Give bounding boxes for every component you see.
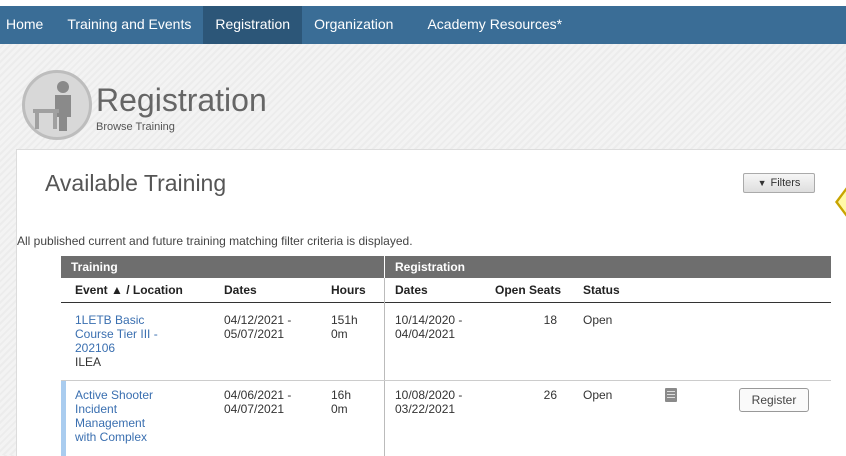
hours-h: 151h <box>331 313 358 327</box>
available-training-panel: Available Training ▼ Filters All publish… <box>16 149 846 456</box>
event-link-line[interactable]: Course Tier III - <box>75 327 158 341</box>
document-icon[interactable] <box>665 388 677 402</box>
hours-m: 0m <box>331 402 348 416</box>
status-cell: Open <box>583 388 613 402</box>
nav-training-and-events[interactable]: Training and Events <box>55 6 203 44</box>
event-location: ILEA <box>75 355 102 369</box>
reg-dates-cell: 10/14/2020 - 04/04/2021 <box>395 313 462 341</box>
filters-button[interactable]: ▼ Filters <box>743 173 815 193</box>
group-divider <box>384 278 385 456</box>
row-divider <box>61 380 831 381</box>
col-dates: Dates <box>224 283 257 297</box>
filters-label: Filters <box>770 177 801 189</box>
table-row: Active Shooter Incident Management with … <box>75 388 153 444</box>
event-link-line[interactable]: with Complex <box>75 430 153 444</box>
hours-m: 0m <box>331 327 348 341</box>
nav-academy-resources[interactable]: Academy Resources* <box>405 6 574 44</box>
open-seats-cell: 26 <box>543 388 557 402</box>
nav-registration[interactable]: Registration <box>203 6 303 44</box>
header-divider <box>61 302 831 303</box>
reg-dates-cell: 10/08/2020 - 03/22/2021 <box>395 388 462 416</box>
nav-organization[interactable]: Organization <box>302 6 405 44</box>
row-highlight-bar <box>61 381 66 456</box>
col-open-seats: Open Seats <box>495 283 562 297</box>
reg-end: 04/04/2021 <box>395 327 456 341</box>
event-link[interactable]: Active Shooter <box>75 388 153 402</box>
table-row: 1LETB Basic Course Tier III - 202106 ILE… <box>75 313 158 369</box>
reg-end: 03/22/2021 <box>395 402 456 416</box>
group-header-training: Training <box>61 256 384 278</box>
group-header-registration: Registration <box>385 256 831 278</box>
page-title: Registration <box>96 82 267 118</box>
main-nav: Home Training and Events Registration Or… <box>0 6 846 44</box>
hours-cell: 16h 0m <box>331 388 351 416</box>
status-cell: Open <box>583 313 613 327</box>
hours-h: 16h <box>331 388 352 402</box>
page-subtitle: Browse Training <box>96 121 175 133</box>
open-seats-cell: 18 <box>543 313 557 327</box>
col-reg-dates: Dates <box>395 283 428 297</box>
event-link-line[interactable]: 202106 <box>75 341 158 355</box>
event-link[interactable]: 1LETB Basic <box>75 313 158 327</box>
register-button[interactable]: Register <box>739 388 809 412</box>
filter-description: All published current and future trainin… <box>17 234 413 248</box>
event-link-line[interactable]: Management <box>75 416 153 430</box>
col-hours: Hours <box>331 283 366 297</box>
dates-end: 05/07/2021 <box>224 327 285 341</box>
col-status: Status <box>583 283 620 297</box>
event-link-line[interactable]: Incident <box>75 402 153 416</box>
section-title: Available Training <box>45 170 227 196</box>
dates-start: 04/06/2021 - <box>224 388 292 402</box>
hours-cell: 151h 0m <box>331 313 358 341</box>
dates-start: 04/12/2021 - <box>224 313 292 327</box>
filter-icon: ▼ <box>757 178 767 188</box>
reg-start: 10/08/2020 - <box>395 388 463 402</box>
reg-start: 10/14/2020 - <box>395 313 463 327</box>
dates-cell: 04/06/2021 - 04/07/2021 <box>224 388 291 416</box>
person-at-desk-icon <box>22 70 92 140</box>
nav-home[interactable]: Home <box>0 6 55 44</box>
callout-arrow <box>835 178 846 226</box>
dates-cell: 04/12/2021 - 05/07/2021 <box>224 313 291 341</box>
dates-end: 04/07/2021 <box>224 402 285 416</box>
col-event-location[interactable]: Event ▲ / Location <box>75 283 183 297</box>
